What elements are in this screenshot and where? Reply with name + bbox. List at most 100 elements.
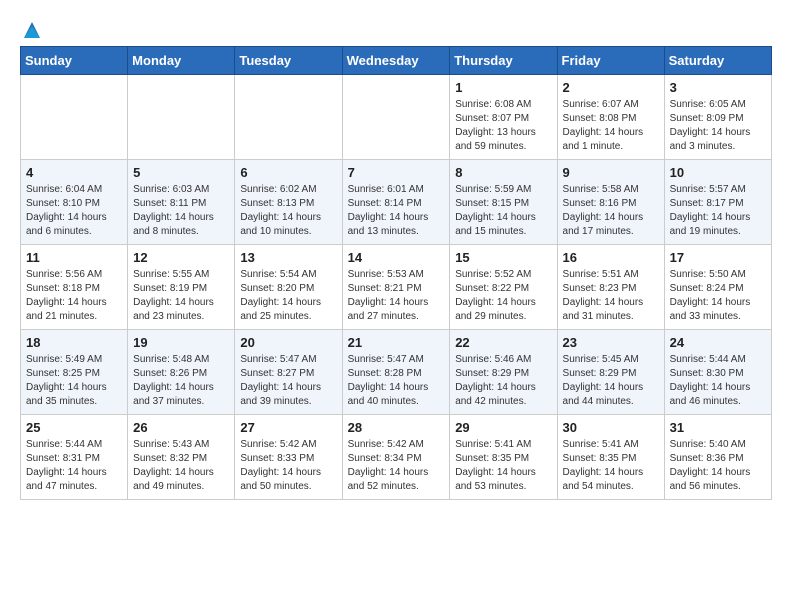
calendar-day-cell: 5 Sunrise: 6:03 AMSunset: 8:11 PMDaylight… [128,160,235,245]
calendar-day-cell: 30 Sunrise: 5:41 AMSunset: 8:35 PMDayligh… [557,415,664,500]
day-number: 26 [133,420,229,435]
calendar-day-cell: 20Sunrise: 5:47 AMSunset: 8:27 PMDayligh… [235,330,342,415]
day-number: 30 [563,420,659,435]
day-number: 15 [455,250,551,265]
calendar-day-cell: 6 Sunrise: 6:02 AMSunset: 8:13 PMDaylight… [235,160,342,245]
day-number: 10 [670,165,766,180]
logo [20,20,42,36]
calendar-day-cell: 21 Sunrise: 5:47 AMSunset: 8:28 PMDayligh… [342,330,450,415]
day-content: Sunrise: 5:51 AMSunset: 8:23 PMDaylight:… [563,268,659,324]
day-number: 23 [563,335,659,350]
day-content: Sunrise: 5:49 AMSunset: 8:25 PMDaylight:… [26,353,122,409]
empty-cell [235,75,342,160]
calendar-day-cell: 7 Sunrise: 6:01 AMSunset: 8:14 PMDaylight… [342,160,450,245]
calendar-day-cell: 13 Sunrise: 5:54 AMSunset: 8:20 PMDayligh… [235,245,342,330]
page-header [20,20,772,36]
calendar-day-cell: 3 Sunrise: 6:05 AMSunset: 8:09 PMDaylight… [664,75,771,160]
day-number: 3 [670,80,766,95]
calendar-day-cell: 11 Sunrise: 5:56 AMSunset: 8:18 PMDayligh… [21,245,128,330]
day-number: 16 [563,250,659,265]
calendar-day-cell: 9 Sunrise: 5:58 AMSunset: 8:16 PMDaylight… [557,160,664,245]
calendar-day-cell: 19Sunrise: 5:48 AMSunset: 8:26 PMDayligh… [128,330,235,415]
calendar-day-cell: 8 Sunrise: 5:59 AMSunset: 8:15 PMDaylight… [450,160,557,245]
calendar-day-cell: 16 Sunrise: 5:51 AMSunset: 8:23 PMDayligh… [557,245,664,330]
day-number: 4 [26,165,122,180]
day-number: 8 [455,165,551,180]
day-number: 7 [348,165,445,180]
calendar-table: SundayMondayTuesdayWednesdayThursdayFrid… [20,46,772,500]
calendar-day-cell: 28 Sunrise: 5:42 AMSunset: 8:34 PMDayligh… [342,415,450,500]
calendar-week-row: 25Sunrise: 5:44 AMSunset: 8:31 PMDayligh… [21,415,772,500]
calendar-day-cell: 15 Sunrise: 5:52 AMSunset: 8:22 PMDayligh… [450,245,557,330]
calendar-day-cell: 1Sunrise: 6:08 AMSunset: 8:07 PMDaylight… [450,75,557,160]
day-content: Sunrise: 5:42 AMSunset: 8:33 PMDaylight:… [240,438,336,494]
calendar-week-row: 18Sunrise: 5:49 AMSunset: 8:25 PMDayligh… [21,330,772,415]
day-content: Sunrise: 5:55 AMSunset: 8:19 PMDaylight:… [133,268,229,324]
day-number: 1 [455,80,551,95]
day-number: 25 [26,420,122,435]
empty-cell [342,75,450,160]
day-number: 9 [563,165,659,180]
day-number: 21 [348,335,445,350]
weekday-header-wednesday: Wednesday [342,47,450,75]
calendar-week-row: 11 Sunrise: 5:56 AMSunset: 8:18 PMDayligh… [21,245,772,330]
day-number: 19 [133,335,229,350]
calendar-day-cell: 27 Sunrise: 5:42 AMSunset: 8:33 PMDayligh… [235,415,342,500]
calendar-day-cell: 14 Sunrise: 5:53 AMSunset: 8:21 PMDayligh… [342,245,450,330]
day-content: Sunrise: 5:44 AMSunset: 8:30 PMDaylight:… [670,353,766,409]
day-content: Sunrise: 5:59 AMSunset: 8:15 PMDaylight:… [455,183,551,239]
day-content: Sunrise: 5:41 AMSunset: 8:35 PMDaylight:… [563,438,659,494]
calendar-day-cell: 31Sunrise: 5:40 AMSunset: 8:36 PMDayligh… [664,415,771,500]
day-content: Sunrise: 6:04 AMSunset: 8:10 PMDaylight:… [26,183,122,239]
day-content: Sunrise: 6:05 AMSunset: 8:09 PMDaylight:… [670,98,766,154]
day-number: 17 [670,250,766,265]
day-number: 2 [563,80,659,95]
day-content: Sunrise: 6:03 AMSunset: 8:11 PMDaylight:… [133,183,229,239]
day-content: Sunrise: 6:02 AMSunset: 8:13 PMDaylight:… [240,183,336,239]
weekday-header-row: SundayMondayTuesdayWednesdayThursdayFrid… [21,47,772,75]
day-content: Sunrise: 6:01 AMSunset: 8:14 PMDaylight:… [348,183,445,239]
day-content: Sunrise: 5:52 AMSunset: 8:22 PMDaylight:… [455,268,551,324]
day-content: Sunrise: 5:53 AMSunset: 8:21 PMDaylight:… [348,268,445,324]
day-number: 29 [455,420,551,435]
day-number: 22 [455,335,551,350]
calendar-day-cell: 29 Sunrise: 5:41 AMSunset: 8:35 PMDayligh… [450,415,557,500]
day-content: Sunrise: 5:47 AMSunset: 8:28 PMDaylight:… [348,353,445,409]
day-content: Sunrise: 5:56 AMSunset: 8:18 PMDaylight:… [26,268,122,324]
calendar-day-cell: 12 Sunrise: 5:55 AMSunset: 8:19 PMDayligh… [128,245,235,330]
calendar-day-cell: 26 Sunrise: 5:43 AMSunset: 8:32 PMDayligh… [128,415,235,500]
day-content: Sunrise: 5:42 AMSunset: 8:34 PMDaylight:… [348,438,445,494]
day-content: Sunrise: 6:07 AMSunset: 8:08 PMDaylight:… [563,98,659,154]
calendar-day-cell: 24 Sunrise: 5:44 AMSunset: 8:30 PMDayligh… [664,330,771,415]
day-number: 14 [348,250,445,265]
calendar-day-cell: 22 Sunrise: 5:46 AMSunset: 8:29 PMDayligh… [450,330,557,415]
day-number: 27 [240,420,336,435]
day-content: Sunrise: 5:54 AMSunset: 8:20 PMDaylight:… [240,268,336,324]
day-number: 31 [670,420,766,435]
empty-cell [21,75,128,160]
day-content: Sunrise: 5:50 AMSunset: 8:24 PMDaylight:… [670,268,766,324]
day-number: 5 [133,165,229,180]
weekday-header-tuesday: Tuesday [235,47,342,75]
calendar-week-row: 4 Sunrise: 6:04 AMSunset: 8:10 PMDaylight… [21,160,772,245]
calendar-day-cell: 23Sunrise: 5:45 AMSunset: 8:29 PMDayligh… [557,330,664,415]
empty-cell [128,75,235,160]
day-content: Sunrise: 5:47 AMSunset: 8:27 PMDaylight:… [240,353,336,409]
calendar-day-cell: 25Sunrise: 5:44 AMSunset: 8:31 PMDayligh… [21,415,128,500]
day-number: 6 [240,165,336,180]
weekday-header-thursday: Thursday [450,47,557,75]
weekday-header-friday: Friday [557,47,664,75]
calendar-day-cell: 18Sunrise: 5:49 AMSunset: 8:25 PMDayligh… [21,330,128,415]
day-number: 13 [240,250,336,265]
day-number: 28 [348,420,445,435]
day-number: 12 [133,250,229,265]
calendar-day-cell: 17 Sunrise: 5:50 AMSunset: 8:24 PMDayligh… [664,245,771,330]
day-number: 24 [670,335,766,350]
day-number: 11 [26,250,122,265]
day-content: Sunrise: 5:41 AMSunset: 8:35 PMDaylight:… [455,438,551,494]
calendar-day-cell: 2 Sunrise: 6:07 AMSunset: 8:08 PMDaylight… [557,75,664,160]
day-content: Sunrise: 5:43 AMSunset: 8:32 PMDaylight:… [133,438,229,494]
day-content: Sunrise: 5:57 AMSunset: 8:17 PMDaylight:… [670,183,766,239]
day-content: Sunrise: 5:46 AMSunset: 8:29 PMDaylight:… [455,353,551,409]
day-content: Sunrise: 5:58 AMSunset: 8:16 PMDaylight:… [563,183,659,239]
